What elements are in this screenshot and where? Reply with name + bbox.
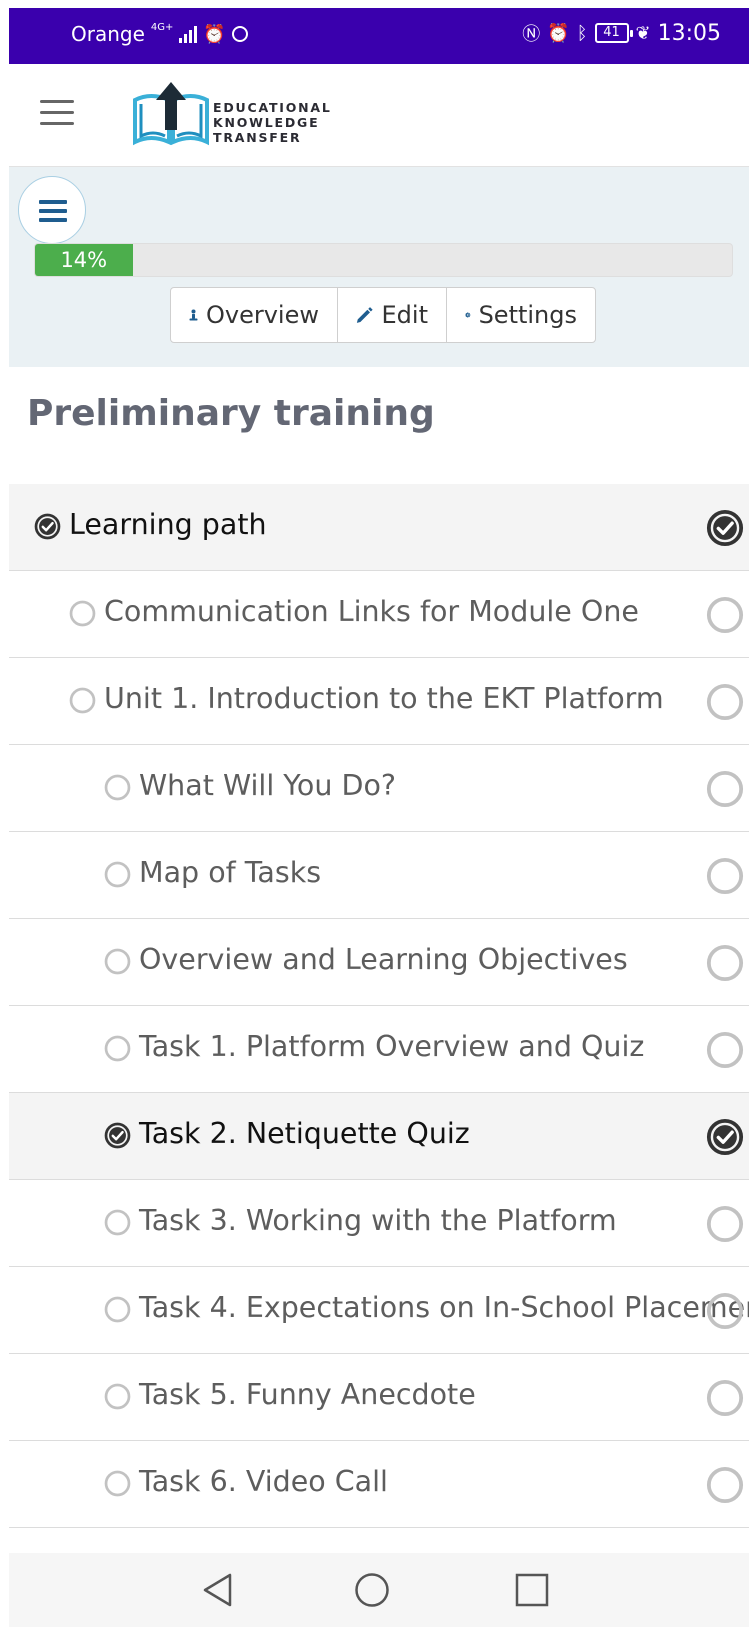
bluetooth-icon: ᛒ (576, 22, 588, 44)
clock-time: 13:05 (657, 20, 721, 46)
empty-circle-icon (69, 687, 96, 714)
outline-item[interactable]: Task 2. Netiquette Quiz (9, 1093, 749, 1180)
network-type: 4G+ (150, 21, 174, 33)
outline-item-label: Task 6. Video Call (139, 1465, 388, 1498)
outline-item[interactable]: Overview and Learning Objectives (9, 919, 749, 1006)
app-frame: Orange 4G+ ⏰ Ⓝ ⏰ ᛒ 41 ❦ 13:05 EDUCATIONA… (9, 8, 749, 1627)
overview-button[interactable]: Overview (171, 288, 337, 342)
outline-item[interactable]: Map of Tasks (9, 832, 749, 919)
pencil-icon (356, 307, 373, 323)
outline-item-label: Learning path (69, 508, 267, 541)
home-icon[interactable] (354, 1572, 390, 1608)
empty-circle-icon (104, 1470, 131, 1497)
carrier-name: Orange (71, 22, 145, 46)
outline-item-label: Task 4. Expectations on In-School Placem… (139, 1291, 749, 1324)
page-title: Preliminary training (27, 393, 435, 434)
outline-item-label: Communication Links for Module One (104, 595, 639, 628)
back-icon[interactable] (200, 1572, 236, 1608)
completion-empty-icon (706, 683, 744, 721)
outline-item[interactable]: Task 6. Video Call (9, 1441, 749, 1528)
empty-circle-icon (104, 948, 131, 975)
empty-circle-icon (104, 1035, 131, 1062)
sync-icon (231, 26, 248, 42)
system-nav-bar (9, 1553, 749, 1627)
empty-circle-icon (104, 1296, 131, 1323)
signal-icon (179, 25, 198, 43)
completion-empty-icon (706, 1205, 744, 1243)
outline-item[interactable]: What Will You Do? (9, 745, 749, 832)
overview-label: Overview (206, 301, 319, 329)
status-bar: Orange 4G+ ⏰ Ⓝ ⏰ ᛒ 41 ❦ 13:05 (9, 8, 749, 64)
toc-toggle-button[interactable] (18, 176, 86, 244)
outline-item-label: Task 5. Funny Anecdote (139, 1378, 476, 1411)
logo-line-1: EDUCATIONAL (213, 100, 332, 115)
alarm-icon: ⏰ (547, 22, 570, 44)
empty-circle-icon (104, 774, 131, 801)
check-circle-icon (34, 513, 61, 540)
outline-item-label: Task 1. Platform Overview and Quiz (139, 1030, 645, 1063)
completion-empty-icon (706, 770, 744, 808)
status-right: Ⓝ ⏰ ᛒ 41 ❦ 13:05 (522, 20, 721, 46)
completion-empty-icon (706, 1466, 744, 1504)
recents-icon[interactable] (514, 1572, 550, 1608)
hamburger-icon[interactable] (40, 100, 74, 126)
gear-icon (465, 312, 471, 318)
outline-item[interactable]: Communication Links for Module One (9, 571, 749, 658)
outline-item-label: What Will You Do? (139, 769, 397, 802)
progress-fill: 14% (35, 244, 133, 276)
edit-button[interactable]: Edit (337, 288, 446, 342)
leaf-icon: ❦ (635, 22, 651, 44)
outline-item[interactable]: Learning path (9, 484, 749, 571)
empty-circle-icon (104, 861, 131, 888)
completion-empty-icon (706, 944, 744, 982)
completion-empty-icon (706, 1292, 744, 1330)
battery-icon: 41 (594, 23, 633, 43)
completion-empty-icon (706, 1379, 744, 1417)
empty-circle-icon (104, 1209, 131, 1236)
logo-line-2: KNOWLEDGE (213, 115, 320, 130)
outline-item-label: Unit 1. Introduction to the EKT Platform (104, 682, 664, 715)
empty-circle-icon (104, 1383, 131, 1410)
outline-item[interactable]: Task 1. Platform Overview and Quiz (9, 1006, 749, 1093)
nfc-icon: Ⓝ (522, 24, 541, 45)
course-outline: Learning path Communication Links for Mod… (9, 484, 749, 1528)
site-logo[interactable]: EDUCATIONAL KNOWLEDGE TRANSFER (131, 80, 351, 150)
outline-item-label: Task 2. Netiquette Quiz (139, 1117, 470, 1150)
book-arrow-icon (133, 82, 209, 146)
progress-bar: 14% (34, 243, 733, 277)
status-left: Orange 4G+ ⏰ (71, 22, 248, 46)
outline-item[interactable]: Unit 1. Introduction to the EKT Platform (9, 658, 749, 745)
completion-check-icon (706, 509, 744, 547)
settings-label: Settings (478, 301, 577, 329)
completion-empty-icon (706, 857, 744, 895)
outline-item-label: Map of Tasks (139, 856, 322, 889)
completion-empty-icon (706, 596, 744, 634)
completion-empty-icon (706, 1031, 744, 1069)
outline-item[interactable]: Task 4. Expectations on In-School Placem… (9, 1267, 749, 1354)
outline-item-label: Task 3. Working with the Platform (139, 1204, 617, 1237)
outline-item[interactable]: Task 5. Funny Anecdote (9, 1354, 749, 1441)
app-header: EDUCATIONAL KNOWLEDGE TRANSFER (9, 64, 749, 167)
outline-item-label: Overview and Learning Objectives (139, 943, 628, 976)
settings-button[interactable]: Settings (446, 288, 595, 342)
check-circle-icon (104, 1122, 131, 1149)
alarm-icon: ⏰ (203, 23, 226, 45)
course-button-group: Overview Edit Settings (170, 287, 596, 343)
empty-circle-icon (69, 600, 96, 627)
completion-check-icon (706, 1118, 744, 1156)
logo-line-3: TRANSFER (213, 130, 302, 145)
user-icon (189, 309, 198, 321)
edit-label: Edit (381, 301, 428, 329)
outline-item[interactable]: Task 3. Working with the Platform (9, 1180, 749, 1267)
logo-wordmark: EDUCATIONAL KNOWLEDGE TRANSFER (213, 100, 332, 145)
course-control-panel: 14% Overview Edit Settings (9, 167, 749, 367)
